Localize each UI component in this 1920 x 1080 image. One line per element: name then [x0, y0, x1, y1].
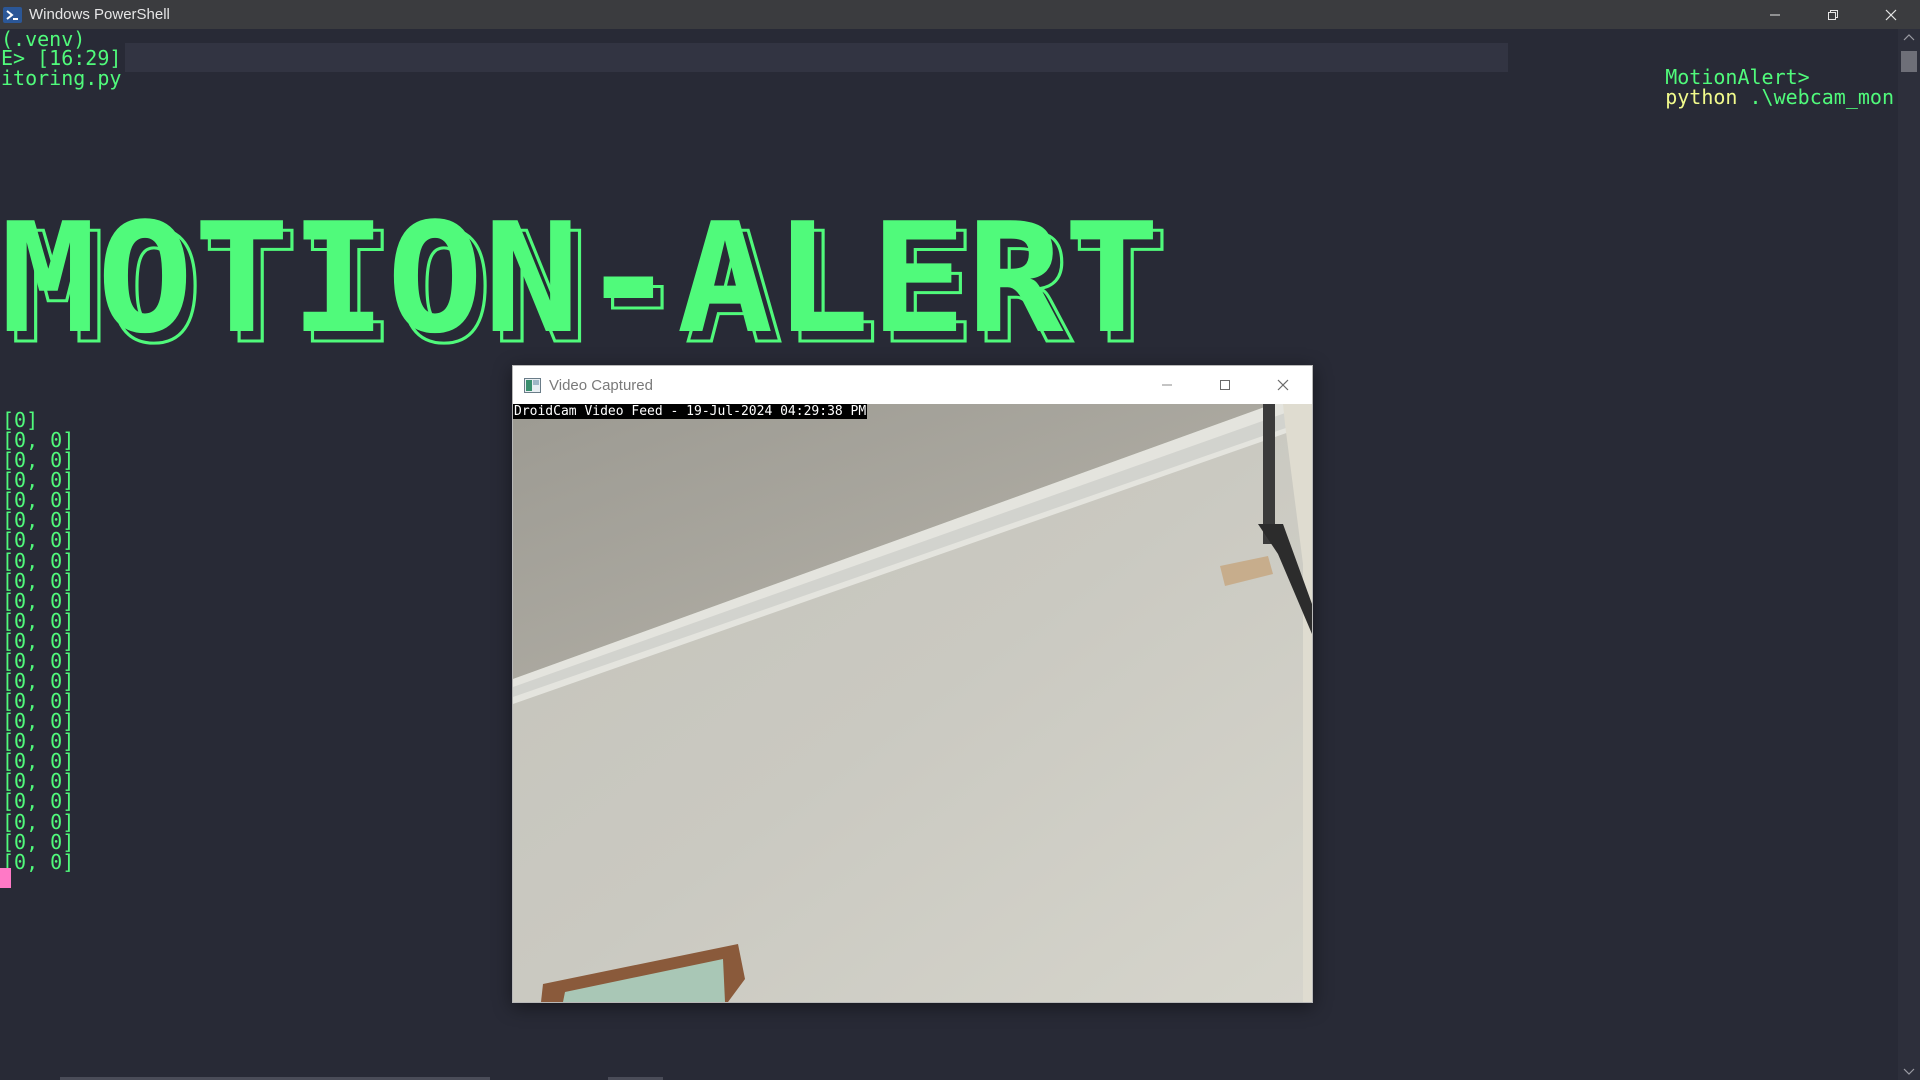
array-line: [0, 0] — [2, 628, 75, 653]
close-icon — [1885, 9, 1897, 20]
minimize-button[interactable] — [1746, 0, 1804, 29]
video-captured-window[interactable]: Video Captured DroidCam Video Feed - 19-… — [512, 365, 1313, 1003]
room-scene — [513, 404, 1312, 1002]
prompt-wrap: itoring.py — [1, 66, 122, 90]
minimize-icon — [1770, 14, 1780, 15]
webcam-feed-image: DroidCam Video Feed - 19-Jul-2024 04:29:… — [513, 404, 1312, 1002]
close-button[interactable] — [1862, 0, 1920, 29]
array-line: [0, 0] — [2, 648, 75, 673]
banner-text: MOTION-ALERT — [0, 199, 1160, 354]
array-line: [0, 0] — [2, 488, 75, 513]
vertical-scrollbar[interactable] — [1898, 29, 1920, 1080]
array-line: [0, 0] — [2, 729, 75, 754]
array-line: [0, 0] — [2, 508, 75, 533]
array-line: [0, 0] — [2, 548, 75, 573]
scroll-down-icon[interactable] — [1903, 1068, 1915, 1076]
array-line: [0, 0] — [2, 769, 75, 794]
scroll-up-icon[interactable] — [1903, 33, 1915, 41]
ascii-banner: MOTION-ALERT MOTION-ALERT — [0, 199, 1171, 354]
array-line: [0] — [2, 408, 39, 432]
array-line: [0, 0] — [2, 849, 75, 874]
motion-array-output: [0] [0, 0] [0, 0] [0, 0] [0, 0] [0, 0] [… — [2, 410, 74, 872]
restore-icon — [1828, 9, 1838, 20]
array-line: [0, 0] — [2, 448, 75, 473]
restore-button[interactable] — [1804, 0, 1862, 29]
feed-caption: DroidCam Video Feed - 19-Jul-2024 04:29:… — [513, 404, 868, 419]
array-line: [0, 0] — [2, 608, 75, 633]
powershell-titlebar: Windows PowerShell — [0, 0, 1920, 29]
close-icon — [1277, 379, 1289, 391]
prompt-path-highlight — [125, 43, 1508, 72]
array-line: [0, 0] — [2, 789, 75, 814]
window-title: Windows PowerShell — [29, 6, 170, 23]
array-line: [0, 0] — [2, 528, 75, 553]
minimize-icon — [1162, 384, 1172, 386]
array-line: [0, 0] — [2, 809, 75, 834]
video-close-button[interactable] — [1254, 366, 1312, 404]
array-line: [0, 0] — [2, 588, 75, 613]
array-line: [0, 0] — [2, 468, 75, 493]
array-line: [0, 0] — [2, 709, 75, 734]
array-line: [0, 0] — [2, 669, 75, 694]
opencv-window-icon — [524, 377, 541, 393]
array-line: [0, 0] — [2, 568, 75, 593]
array-line: [0, 0] — [2, 749, 75, 774]
powershell-icon — [3, 6, 22, 23]
video-maximize-button[interactable] — [1196, 366, 1254, 404]
prompt-prefix: E> [16:29] — [1, 46, 122, 70]
maximize-icon — [1220, 380, 1230, 390]
video-window-titlebar[interactable]: Video Captured — [513, 366, 1312, 404]
video-minimize-button[interactable] — [1138, 366, 1196, 404]
scrollbar-thumb[interactable] — [1901, 51, 1917, 72]
video-window-title: Video Captured — [549, 376, 653, 394]
prompt-cmd: python — [1665, 85, 1738, 109]
terminal-cursor — [0, 868, 11, 888]
array-line: [0, 0] — [2, 829, 75, 854]
prompt-arg: .\webcam_mon — [1737, 85, 1894, 109]
prompt-command: MotionAlert> python .\webcam_mon — [1617, 47, 1894, 127]
array-line: [0, 0] — [2, 428, 75, 453]
array-line: [0, 0] — [2, 689, 75, 714]
